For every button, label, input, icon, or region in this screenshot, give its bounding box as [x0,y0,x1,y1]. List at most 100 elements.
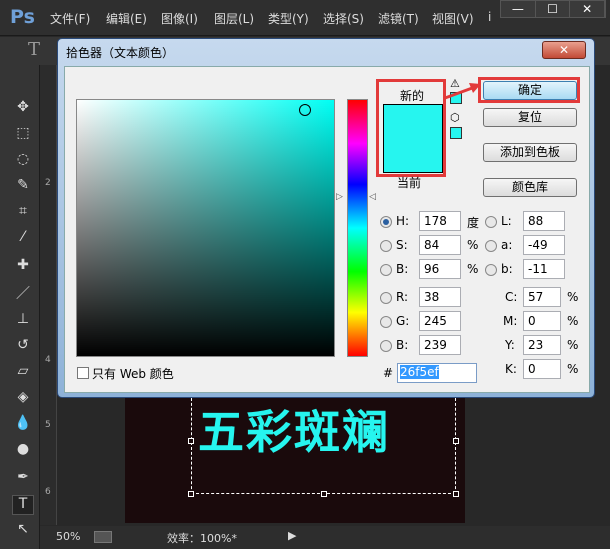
hue-input[interactable]: 178 [419,211,461,231]
black-input[interactable]: 0 [523,359,561,379]
black-unit: % [567,362,579,376]
new-color-swatch [383,104,443,140]
k-label: K: [505,362,517,376]
menu-more[interactable]: i [488,10,491,24]
crop-tool-icon[interactable]: ⌗ [12,203,34,223]
green-input[interactable]: 245 [419,311,461,331]
text-bounding-box[interactable] [188,398,459,497]
dodge-tool-icon[interactable]: ● [12,441,34,461]
transform-handle[interactable] [453,491,459,497]
lab-b-label: b: [501,262,513,276]
c-label: C: [505,290,518,304]
hue-slider-right-arrow-icon[interactable]: ◁ [369,192,376,202]
eraser-tool-icon[interactable]: ▱ [12,363,34,383]
minimize-button[interactable]: — [501,1,536,17]
ruler-mark: 5 [45,420,51,430]
cyan-input[interactable]: 57 [523,287,561,307]
dialog-title: 拾色器（文本颜色） [66,46,175,60]
magenta-unit: % [567,314,579,328]
m-label: M: [503,314,518,328]
hex-value: 26f5ef [400,365,439,379]
y-label: Y: [505,338,515,352]
close-window-button[interactable]: ✕ [570,1,606,17]
current-color-swatch[interactable] [383,139,443,173]
radio-brightness[interactable] [380,264,392,276]
menu-select[interactable]: 选择(S) [323,10,364,27]
current-color-label: 当前 [397,176,422,190]
ok-button[interactable]: 确定 [483,81,577,100]
reset-button[interactable]: 复位 [483,108,577,127]
radio-lab-b[interactable] [485,264,497,276]
menu-file[interactable]: 文件(F) [50,10,90,27]
eyedropper-icon[interactable]: ⁄ [12,229,34,249]
hue-slider-left-arrow-icon[interactable]: ▷ [336,192,343,202]
radio-lab-a[interactable] [485,240,497,252]
color-picker-cursor[interactable] [299,104,311,116]
radio-hue[interactable] [380,216,392,228]
dialog-body: ▷ ◁ 新的 当前 ⚠ ⬡ 确定 复位 添加到色板 颜色库 H: 178 度 S… [64,66,590,393]
hex-input[interactable]: 26f5ef [397,363,477,383]
red-input[interactable]: 38 [419,287,461,307]
blur-tool-icon[interactable]: 💧 [12,415,34,435]
menu-view[interactable]: 视图(V) [432,10,474,27]
menu-edit[interactable]: 编辑(E) [106,10,147,27]
transform-handle[interactable] [453,438,459,444]
paint-bucket-icon[interactable]: ◈ [12,389,34,409]
add-to-swatches-button[interactable]: 添加到色板 [483,143,577,162]
saturation-unit: % [467,238,479,252]
radio-saturation[interactable] [380,240,392,252]
menu-image[interactable]: 图像(I) [161,10,198,27]
type-tool-icon[interactable]: T [12,495,34,515]
r-label: R: [396,290,409,304]
transform-handle[interactable] [321,491,327,497]
tools-panel: ✥ ⬚ ◌ ✎ ⌗ ⁄ ✚ ／ ⊥ ↺ ▱ ◈ 💧 ● ✒ T ↖ [0,65,40,549]
color-field[interactable] [76,99,335,357]
path-select-icon[interactable]: ↖ [12,521,34,541]
web-safe-cube-icon[interactable]: ⬡ [450,111,460,124]
lab-l-input[interactable]: 88 [523,211,565,231]
brightness-unit: % [467,262,479,276]
radio-lab-l[interactable] [485,216,497,228]
healing-brush-icon[interactable]: ✚ [12,257,34,277]
yellow-input[interactable]: 23 [523,335,561,355]
web-colors-checkbox[interactable] [77,367,89,379]
s-label: S: [396,238,408,252]
color-libraries-button[interactable]: 颜色库 [483,178,577,197]
radio-red[interactable] [380,292,392,304]
lab-b-input[interactable]: -11 [523,259,565,279]
zoom-level[interactable]: 50% [56,530,80,543]
brush-tool-icon[interactable]: ／ [12,283,34,303]
transform-handle[interactable] [188,491,194,497]
menu-filter[interactable]: 滤镜(T) [378,10,419,27]
brightness-input[interactable]: 96 [419,259,461,279]
stamp-tool-icon[interactable]: ⊥ [12,311,34,331]
marquee-tool-icon[interactable]: ⬚ [12,125,34,145]
magenta-input[interactable]: 0 [523,311,561,331]
ruler-mark: 2 [45,178,51,188]
type-tool-preset-icon[interactable]: T [28,39,40,60]
maximize-button[interactable]: ☐ [536,1,571,17]
saturation-input[interactable]: 84 [419,235,461,255]
history-brush-icon[interactable]: ↺ [12,337,34,357]
hue-slider[interactable] [347,99,368,357]
lasso-tool-icon[interactable]: ◌ [12,151,34,171]
menu-bar: Ps 文件(F) 编辑(E) 图像(I) 图层(L) 类型(Y) 选择(S) 滤… [0,0,610,36]
b-label: B: [396,262,409,276]
radio-green[interactable] [380,316,392,328]
move-tool-icon[interactable]: ✥ [12,99,34,119]
menu-layer[interactable]: 图层(L) [214,10,254,27]
blue-input[interactable]: 239 [419,335,461,355]
pen-tool-icon[interactable]: ✒ [12,469,34,489]
dialog-close-button[interactable]: ✕ [542,41,586,59]
ruler-mark: 6 [45,487,51,497]
menu-type[interactable]: 类型(Y) [268,10,309,27]
radio-blue[interactable] [380,340,392,352]
g-label: G: [396,314,410,328]
lab-a-input[interactable]: -49 [523,235,565,255]
transform-handle[interactable] [188,438,194,444]
web-safe-swatch[interactable] [450,127,462,139]
ps-logo: Ps [10,6,35,28]
quick-select-icon[interactable]: ✎ [12,177,34,197]
new-color-highlight: 新的 [376,79,446,177]
status-menu-arrow-icon[interactable]: ▶ [288,529,296,542]
